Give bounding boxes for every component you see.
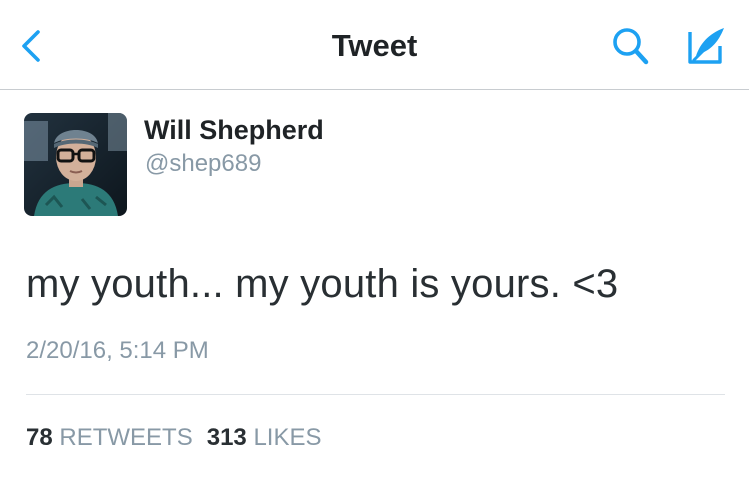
likes-label: LIKES (253, 424, 322, 451)
search-icon (613, 28, 649, 65)
author-handle[interactable]: @shep689 (145, 150, 261, 178)
profile-photo (24, 113, 127, 216)
compose-tweet-icon (688, 28, 724, 64)
search-button[interactable] (608, 24, 656, 68)
compose-tweet-button[interactable] (680, 22, 730, 68)
stats-divider (26, 394, 725, 395)
tweet-text: my youth... my youth is yours. <3 (26, 262, 619, 306)
retweets-stat[interactable]: 78 RETWEETS (26, 424, 193, 451)
navbar-divider (0, 89, 749, 90)
tweet-stats: 78 RETWEETS 313 LIKES (26, 424, 321, 452)
author-name[interactable]: Will Shepherd (144, 115, 324, 146)
avatar[interactable] (24, 113, 127, 216)
tweet-timestamp: 2/20/16, 5:14 PM (26, 337, 209, 364)
retweets-label: RETWEETS (59, 424, 193, 451)
retweets-count: 78 (26, 424, 53, 451)
top-navigation-bar: Tweet (0, 0, 749, 90)
likes-count: 313 (206, 424, 247, 451)
likes-stat[interactable]: 313 LIKES (207, 424, 322, 451)
